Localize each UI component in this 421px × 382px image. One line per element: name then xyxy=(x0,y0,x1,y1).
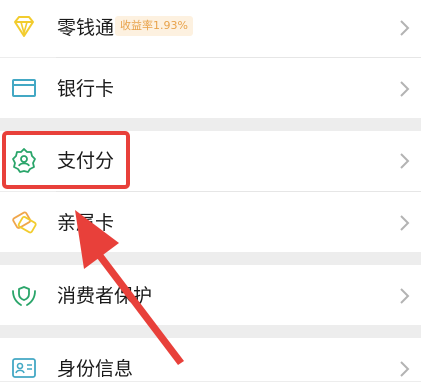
chevron-right-icon xyxy=(400,361,410,377)
menu-item-bank-card[interactable]: 银行卡 xyxy=(0,58,421,118)
id-card-icon xyxy=(12,358,36,378)
yield-rate-badge: 收益率1.93% xyxy=(115,16,193,36)
card-icon xyxy=(12,79,36,97)
highlight-box xyxy=(2,131,130,189)
menu-item-label: 消费者保护 xyxy=(57,285,153,307)
chevron-right-icon xyxy=(400,153,410,169)
menu-item-consumer-protection[interactable]: 消费者保护 xyxy=(0,265,421,325)
chevron-right-icon xyxy=(400,20,410,36)
menu-item-label: 零钱通 xyxy=(57,17,115,39)
menu-item-change-pocket[interactable]: 零钱通 收益率1.93% xyxy=(0,0,421,57)
chevron-right-icon xyxy=(400,81,410,97)
menu-item-label: 身份信息 xyxy=(57,358,134,380)
chevron-right-icon xyxy=(400,288,410,304)
hands-shield-icon xyxy=(12,286,36,306)
menu-item-family-card[interactable]: 亲属卡 xyxy=(0,192,421,252)
diamond-icon xyxy=(14,16,34,37)
menu-item-identity-info[interactable]: 身份信息 xyxy=(0,338,421,381)
chevron-right-icon xyxy=(400,215,410,231)
menu-item-label: 银行卡 xyxy=(57,78,115,100)
menu-item-label: 亲属卡 xyxy=(57,212,115,234)
family-card-icon xyxy=(12,211,37,234)
